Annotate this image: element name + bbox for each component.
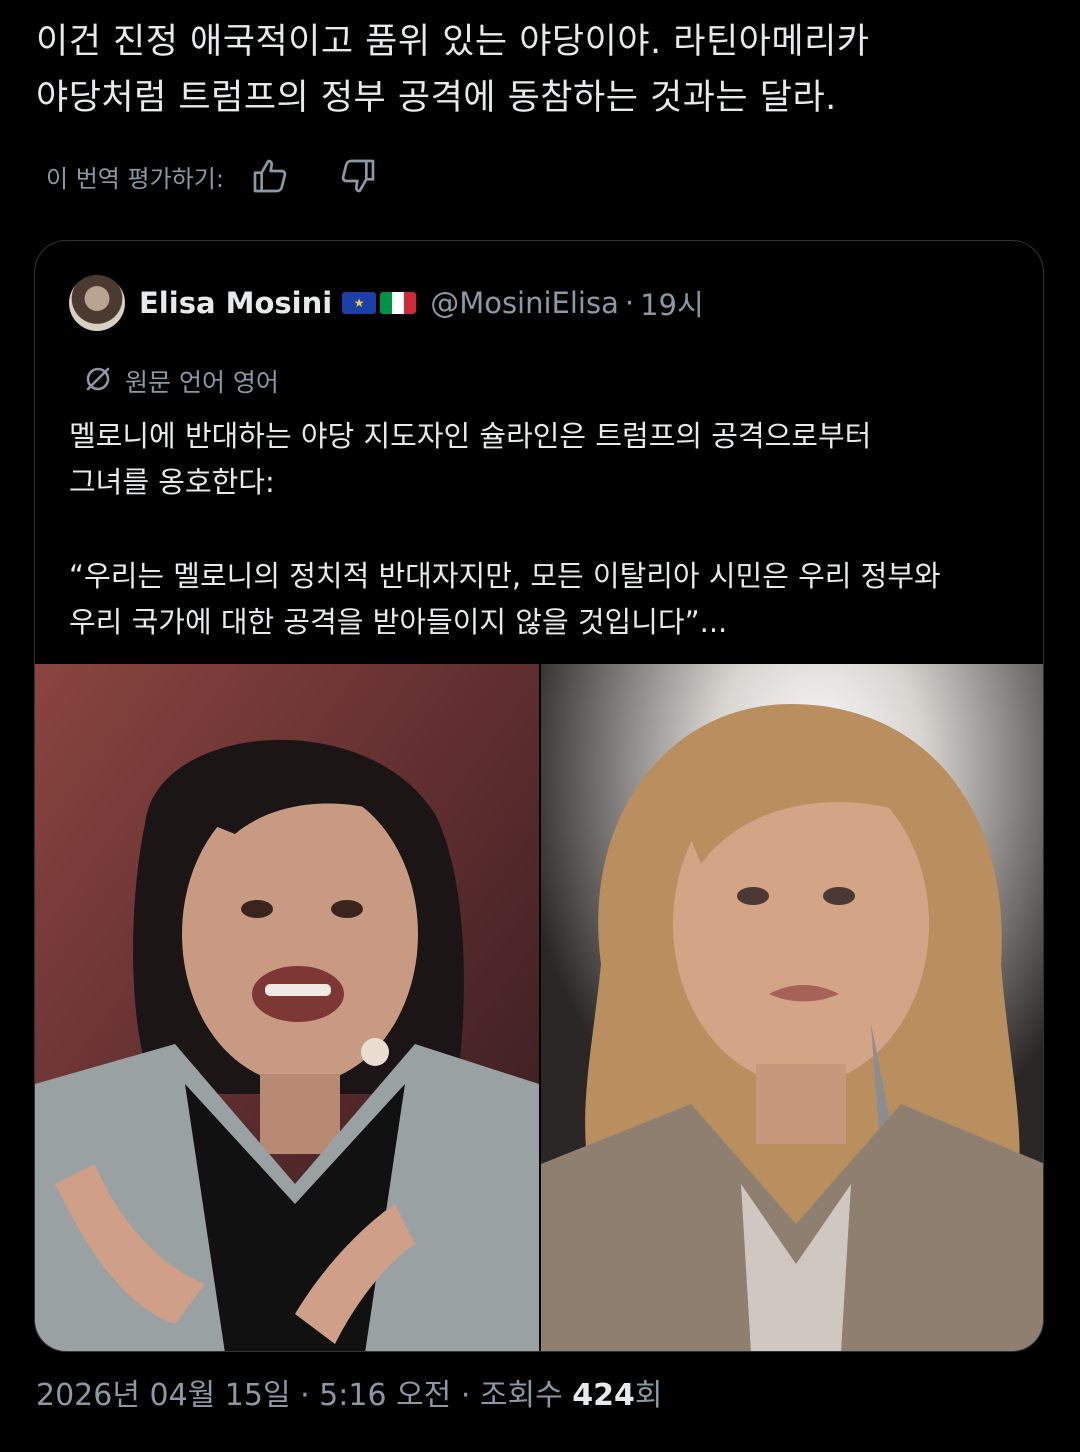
translation-rating-label: 이 번역 평가하기: <box>46 164 224 193</box>
original-language-label: 원문 언어 영어 <box>125 368 279 397</box>
italy-flag-icon <box>380 292 417 314</box>
photo-right[interactable] <box>541 664 1043 1351</box>
translation-rating: 이 번역 평가하기: <box>46 150 380 202</box>
quote-body-line-1: 멜로니에 반대하는 야당 지도자인 슐라인은 트럼프의 공격으로부터 <box>69 419 872 453</box>
author-handle[interactable]: @MosiniElisa <box>430 286 619 320</box>
translate-icon <box>83 364 113 398</box>
post-metadata: 2026년 04월 15일 · 5:16 오전 · 조회수 424회 <box>36 1370 662 1414</box>
separator: · <box>624 286 635 320</box>
photo-left[interactable] <box>35 664 539 1351</box>
post-time[interactable]: 19시 <box>640 282 704 324</box>
author-name[interactable]: Elisa Mosini <box>139 286 332 320</box>
eu-flag-icon: ★ <box>342 292 377 314</box>
thumbs-down-icon[interactable] <box>336 154 380 198</box>
avatar[interactable] <box>69 275 125 331</box>
post-date-time[interactable]: 2026년 04월 15일 · 5:16 오전 · 조회수 <box>36 1378 572 1413</box>
quoted-tweet-body: 멜로니에 반대하는 야당 지도자인 슐라인은 트럼프의 공격으로부터 그녀를 옹… <box>69 413 1019 645</box>
media-grid <box>35 664 1043 1351</box>
view-count: 424 <box>572 1378 635 1413</box>
view-count-suffix: 회 <box>634 1378 663 1413</box>
thumbs-up-icon[interactable] <box>248 154 292 198</box>
quote-body-line-3: “우리는 멜로니의 정치적 반대자지만, 모든 이탈리아 시민은 우리 정부와 <box>69 559 941 593</box>
quoted-tweet-card[interactable]: Elisa Mosini ★ @MosiniElisa · 19시 원문 언어 … <box>34 240 1044 1352</box>
tweet-text-line-2: 야당처럼 트럼프의 정부 공격에 동참하는 것과는 달라. <box>36 78 837 118</box>
tweet-text-line-1: 이건 진정 애국적이고 품위 있는 야당이야. 라틴아메리카 <box>36 22 870 62</box>
quote-body-line-2: 그녀를 옹호한다: <box>69 465 275 499</box>
quoted-tweet-header: Elisa Mosini ★ @MosiniElisa · 19시 <box>69 275 704 331</box>
original-language-row: 원문 언어 영어 <box>83 361 279 401</box>
quote-body-line-4: 우리 국가에 대한 공격을 받아들이지 않을 것입니다”... <box>69 605 728 639</box>
tweet-text: 이건 진정 애국적이고 품위 있는 야당이야. 라틴아메리카 야당처럼 트럼프의… <box>36 14 1046 126</box>
